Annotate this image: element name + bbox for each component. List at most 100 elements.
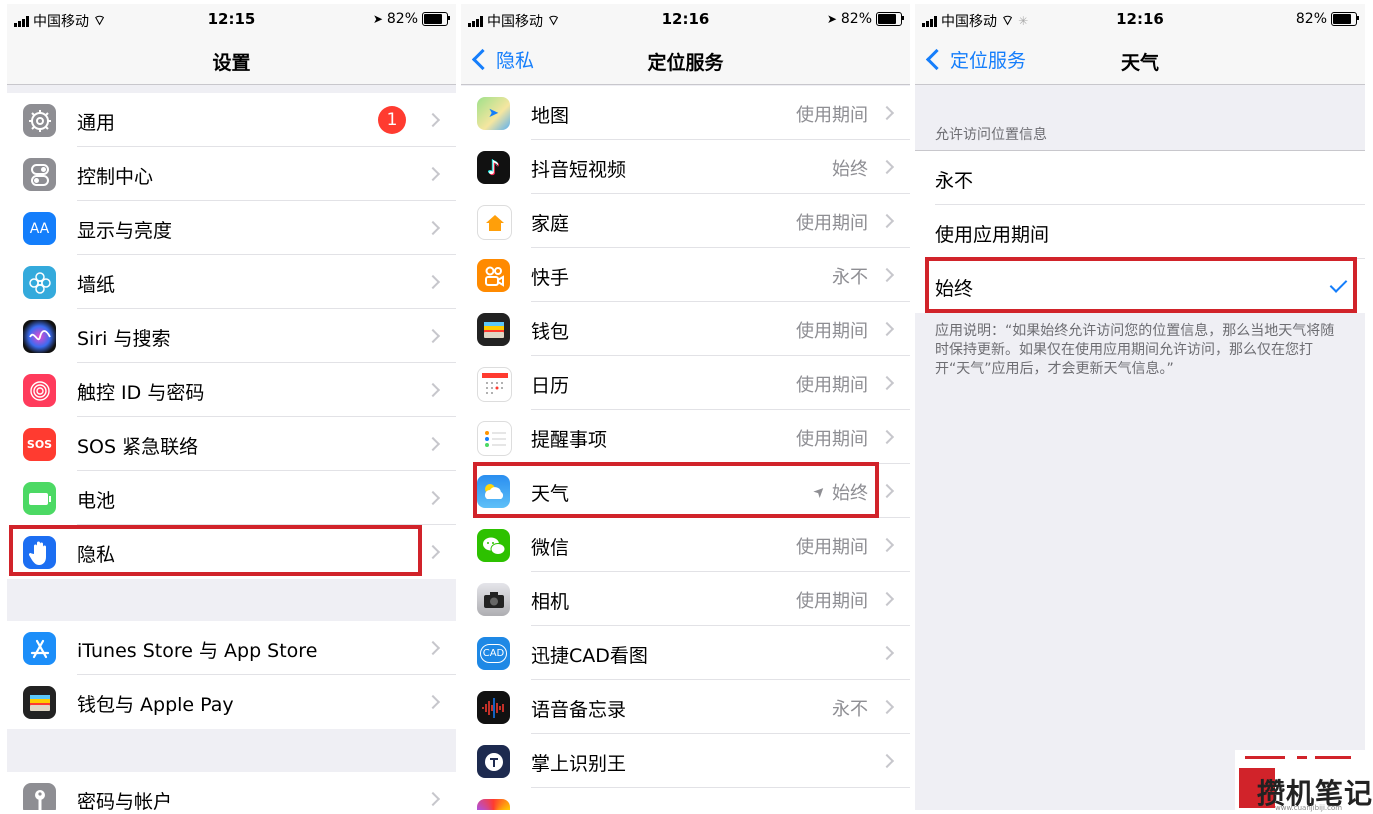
chevron-right-icon	[879, 105, 895, 121]
settings-item-label: 电池	[77, 490, 116, 512]
permission-value: 使用期间	[796, 537, 868, 558]
wallet-icon	[23, 686, 56, 719]
settings-item-sos[interactable]: SOS SOS 紧急联络	[7, 417, 456, 471]
highlight-box	[473, 462, 879, 518]
toggles-icon	[23, 158, 56, 191]
app-row-kuaishou[interactable]: 快手 永不	[461, 248, 910, 302]
app-row-maps[interactable]: ➤ 地图 使用期间	[461, 86, 910, 140]
highlight-box	[9, 525, 422, 576]
scanner-app-icon	[477, 745, 510, 778]
app-row-douyin[interactable]: ♪ 抖音短视频 始终	[461, 140, 910, 194]
chevron-right-icon	[879, 483, 895, 499]
gear-icon	[23, 104, 56, 137]
permission-value: 使用期间	[796, 105, 868, 126]
app-name: 语音备忘录	[531, 699, 627, 721]
app-row-wallet[interactable]: 钱包 使用期间	[461, 302, 910, 356]
settings-group-main: 通用 1 控制中心 AA 显示与亮度 墙纸 Siri 与搜索 触控 ID 与密码…	[7, 93, 456, 579]
chevron-right-icon	[425, 490, 441, 506]
permission-value: 使用期间	[796, 375, 868, 396]
settings-item-general[interactable]: 通用 1	[7, 93, 456, 147]
location-arrow-icon: ➤	[826, 12, 837, 26]
app-name: 微信	[531, 537, 570, 559]
siri-icon	[23, 320, 56, 353]
nav-bar: 定位服务 天气	[915, 34, 1365, 85]
app-name: 家庭	[531, 213, 570, 235]
chevron-right-icon	[425, 694, 441, 710]
status-bar: 中国移动 ⌔ ✳ 12:16 82%	[915, 4, 1365, 34]
settings-item-label: 密码与帐户	[77, 791, 173, 810]
settings-item-label: 显示与亮度	[77, 220, 173, 242]
app-row-home[interactable]: 家庭 使用期间	[461, 194, 910, 248]
chevron-right-icon	[879, 429, 895, 445]
settings-item-battery[interactable]: 电池	[7, 471, 456, 525]
page-title: 定位服务	[647, 52, 724, 74]
settings-item-siri[interactable]: Siri 与搜索	[7, 309, 456, 363]
settings-item-app-store[interactable]: iTunes Store 与 App Store	[7, 621, 456, 675]
app-row-wechat[interactable]: 微信 使用期间	[461, 518, 910, 572]
battery-percent: 82%	[386, 11, 418, 27]
settings-item-wallpaper[interactable]: 墙纸	[7, 255, 456, 309]
app-row-partial[interactable]	[461, 788, 910, 810]
app-row-reminders[interactable]: 提醒事项 使用期间	[461, 410, 910, 464]
chevron-right-icon	[879, 267, 895, 283]
video-camera-icon	[477, 259, 510, 292]
settings-item-display[interactable]: AA 显示与亮度	[7, 201, 456, 255]
app-row-scanner[interactable]: 掌上识别王	[461, 734, 910, 788]
settings-item-wallet[interactable]: 钱包与 Apple Pay	[7, 675, 456, 729]
chevron-right-icon	[879, 591, 895, 607]
app-name: 地图	[531, 105, 570, 127]
settings-group-store: iTunes Store 与 App Store 钱包与 Apple Pay	[7, 621, 456, 729]
wechat-icon	[477, 529, 510, 562]
battery-icon	[1331, 12, 1359, 26]
chevron-right-icon	[879, 645, 895, 661]
chevron-right-icon	[879, 699, 895, 715]
app-name: 相机	[531, 591, 570, 613]
settings-item-label: iTunes Store 与 App Store	[77, 640, 318, 662]
chevron-right-icon	[879, 213, 895, 229]
battery-icon	[422, 12, 450, 26]
settings-item-label: 墙纸	[77, 274, 116, 296]
battery-percent: 82%	[840, 11, 872, 27]
watermark-url: www.cuanjibiji.com	[1275, 804, 1343, 812]
battery-percent: 82%	[1295, 11, 1327, 27]
settings-item-touch-id[interactable]: 触控 ID 与密码	[7, 363, 456, 417]
music-note-icon: ♪	[477, 151, 510, 184]
permission-value: 使用期间	[796, 591, 868, 612]
option-while-using[interactable]: 使用应用期间	[915, 205, 1365, 259]
chevron-right-icon	[425, 220, 441, 236]
app-name: 快手	[531, 267, 570, 289]
app-row-calendar[interactable]: 日历 使用期间	[461, 356, 910, 410]
camera-icon	[477, 583, 510, 616]
key-icon	[23, 783, 56, 810]
house-icon	[477, 205, 512, 240]
settings-group-accounts: 密码与帐户	[7, 772, 456, 810]
app-row-voice-memos[interactable]: 语音备忘录 永不	[461, 680, 910, 734]
section-header: 允许访问位置信息	[935, 127, 1047, 143]
maps-icon: ➤	[477, 97, 510, 130]
status-bar: 中国移动 ⌔ 12:15 ➤ 82%	[7, 4, 456, 34]
app-row-cad[interactable]: CAD 迅捷CAD看图	[461, 626, 910, 680]
app-store-icon	[23, 632, 56, 665]
settings-item-passwords[interactable]: 密码与帐户	[7, 772, 456, 810]
notification-badge: 1	[378, 106, 406, 134]
display-brightness-icon: AA	[23, 212, 56, 245]
usage-description: 应用说明：“如果始终允许访问您的位置信息，那么当地天气将随时保持更新。如果仅在使…	[935, 323, 1335, 377]
page-title: 设置	[212, 52, 251, 74]
option-never[interactable]: 永不	[915, 151, 1365, 205]
nav-bar: 设置	[7, 34, 456, 85]
chevron-right-icon	[425, 382, 441, 398]
chevron-right-icon	[879, 321, 895, 337]
chevron-right-icon	[425, 436, 441, 452]
status-bar: 中国移动 ⌔ 12:16 ➤ 82%	[461, 4, 910, 34]
chevron-right-icon	[425, 112, 441, 128]
photos-icon	[477, 799, 510, 810]
flower-icon	[23, 266, 56, 299]
permission-value: 使用期间	[796, 213, 868, 234]
settings-item-label: 钱包与 Apple Pay	[77, 694, 234, 716]
battery-icon	[876, 12, 904, 26]
settings-item-control-center[interactable]: 控制中心	[7, 147, 456, 201]
wallet-icon	[477, 313, 510, 346]
app-name: 日历	[531, 375, 570, 397]
app-row-camera[interactable]: 相机 使用期间	[461, 572, 910, 626]
permission-value: 使用期间	[796, 321, 868, 342]
